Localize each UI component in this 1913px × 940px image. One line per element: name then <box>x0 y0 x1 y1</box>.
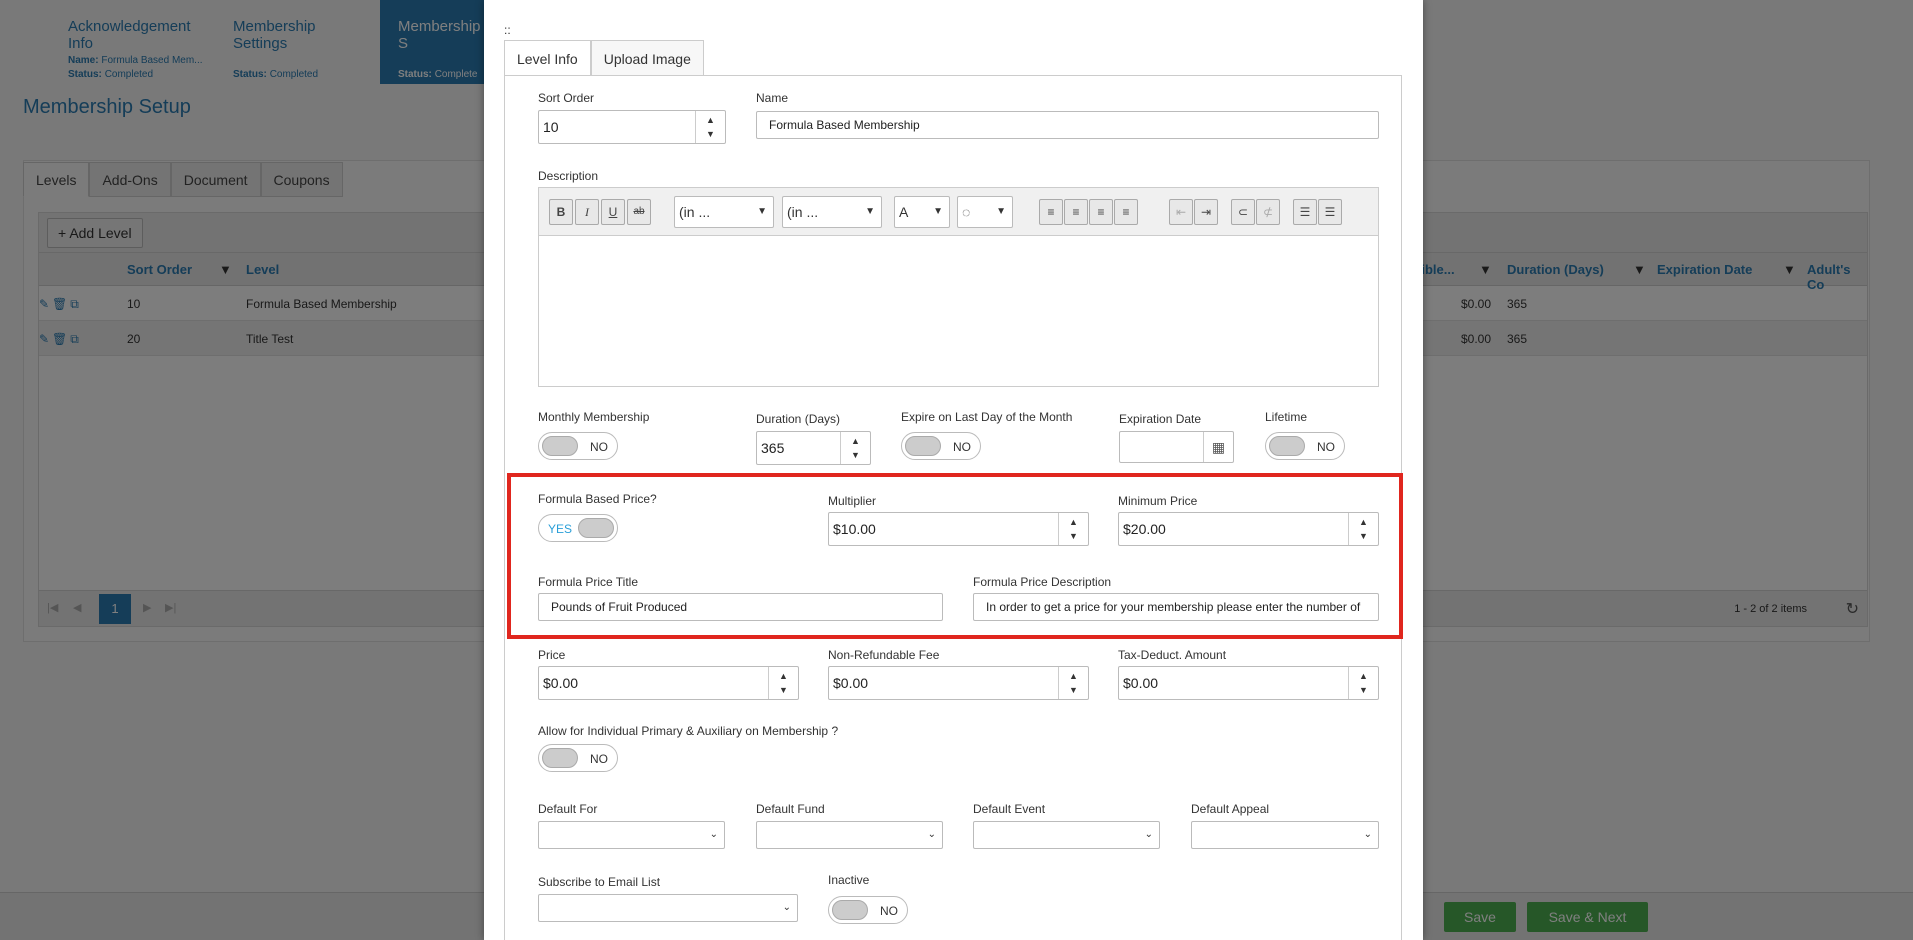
calendar-icon[interactable]: ▦ <box>1203 432 1233 462</box>
default-event-label: Default Event <box>973 802 1046 816</box>
subscribe-email-select[interactable]: ⌄ <box>538 894 798 922</box>
formula-section-highlight <box>507 473 1403 639</box>
bold-icon[interactable]: B <box>549 199 573 225</box>
description-editor: B I U ab (in ... ▼ (in ... ▼ A ▼ ◌ ▼ ≡ ≡ ≡ ≡… <box>538 187 1379 387</box>
lifetime-toggle[interactable]: NO <box>1265 432 1345 460</box>
tax-deduct-label: Tax-Deduct. Amount <box>1118 648 1227 662</box>
price-value: $0.00 <box>543 675 579 691</box>
unlink-icon[interactable]: ⊄ <box>1256 199 1280 225</box>
sort-order-input[interactable]: 10 ▲ ▼ <box>538 110 726 144</box>
chevron-down-icon: ▼ <box>757 206 767 217</box>
sort-order-label: Sort Order <box>538 91 595 105</box>
toggle-knob <box>905 436 941 456</box>
font-size-dropdown[interactable]: (in ... ▼ <box>782 196 882 228</box>
allow-individual-toggle[interactable]: NO <box>538 744 618 772</box>
text-color-dropdown[interactable]: A ▼ <box>894 196 950 228</box>
chevron-down-icon: ⌄ <box>1144 829 1153 840</box>
tab-upload-image[interactable]: Upload Image <box>590 40 704 76</box>
ordered-list-icon[interactable]: ☰ <box>1293 199 1317 225</box>
price-input[interactable]: $0.00 ▲ ▼ <box>538 666 799 700</box>
stepper-icon[interactable]: ▲ ▼ <box>695 111 725 143</box>
duration-label: Duration (Days) <box>756 412 841 426</box>
default-appeal-label: Default Appeal <box>1191 802 1270 816</box>
editor-content[interactable] <box>539 236 1378 386</box>
toggle-knob <box>1269 436 1305 456</box>
chevron-down-icon: ▼ <box>865 206 875 217</box>
monthly-membership-label: Monthly Membership <box>538 410 650 424</box>
align-center-icon[interactable]: ≡ <box>1064 199 1088 225</box>
default-event-select[interactable]: ⌄ <box>973 821 1160 849</box>
non-refundable-value: $0.00 <box>833 675 869 691</box>
editor-toolbar: B I U ab (in ... ▼ (in ... ▼ A ▼ ◌ ▼ ≡ ≡ ≡ ≡… <box>539 188 1378 236</box>
outdent-icon[interactable]: ⇤ <box>1169 199 1193 225</box>
default-appeal-select[interactable]: ⌄ <box>1191 821 1379 849</box>
text-color-icon: A <box>899 204 909 220</box>
underline-icon[interactable]: U <box>601 199 625 225</box>
indent-icon[interactable]: ⇥ <box>1194 199 1218 225</box>
modal-tabs: Level Info Upload Image <box>504 40 704 76</box>
stepper-icon[interactable]: ▲ ▼ <box>1058 667 1088 699</box>
lifetime-label: Lifetime <box>1265 410 1308 424</box>
italic-icon[interactable]: I <box>575 199 599 225</box>
level-modal: :: Level Info Upload Image Sort Order 10… <box>484 0 1423 940</box>
description-label: Description <box>538 169 599 183</box>
tax-deduct-input[interactable]: $0.00 ▲ ▼ <box>1118 666 1379 700</box>
chevron-down-icon: ▼ <box>933 206 943 217</box>
sort-order-value: 10 <box>543 119 559 135</box>
toggle-text: NO <box>590 752 608 766</box>
duration-value: 365 <box>761 440 785 456</box>
toggle-text: NO <box>880 904 898 918</box>
align-left-icon[interactable]: ≡ <box>1039 199 1063 225</box>
font-size-value: (in ... <box>787 204 819 220</box>
monthly-membership-toggle[interactable]: NO <box>538 432 618 460</box>
strikethrough-icon[interactable]: ab <box>627 199 651 225</box>
chevron-down-icon: ⌄ <box>709 829 718 840</box>
expire-last-day-label: Expire on Last Day of the Month <box>901 410 1073 424</box>
unordered-list-icon[interactable]: ☰ <box>1318 199 1342 225</box>
expire-last-day-toggle[interactable]: NO <box>901 432 981 460</box>
toggle-knob <box>542 748 578 768</box>
font-family-value: (in ... <box>679 204 711 220</box>
subscribe-email-label: Subscribe to Email List <box>538 875 661 889</box>
align-justify-icon[interactable]: ≡ <box>1114 199 1138 225</box>
default-for-label: Default For <box>538 802 598 816</box>
toggle-text: NO <box>953 440 971 454</box>
chevron-down-icon: ⌄ <box>927 829 936 840</box>
tab-level-info[interactable]: Level Info <box>504 40 591 76</box>
name-input[interactable]: Formula Based Membership <box>756 111 1379 139</box>
expiration-date-input[interactable]: ▦ <box>1119 431 1234 463</box>
chevron-down-icon: ▼ <box>996 206 1006 217</box>
inactive-label: Inactive <box>828 873 870 887</box>
stepper-icon[interactable]: ▲ ▼ <box>840 432 870 464</box>
tax-deduct-value: $0.00 <box>1123 675 1159 691</box>
price-label: Price <box>538 648 566 662</box>
font-family-dropdown[interactable]: (in ... ▼ <box>674 196 774 228</box>
name-label: Name <box>756 91 789 105</box>
default-for-select[interactable]: ⌄ <box>538 821 725 849</box>
insert-link-icon[interactable]: ⊂ <box>1231 199 1255 225</box>
inactive-toggle[interactable]: NO <box>828 896 908 924</box>
paint-drop-icon: ◌ <box>962 204 971 220</box>
chevron-down-icon: ⌄ <box>782 902 791 913</box>
toggle-knob <box>832 900 868 920</box>
allow-individual-label: Allow for Individual Primary & Auxiliary… <box>538 724 839 738</box>
toggle-text: NO <box>1317 440 1335 454</box>
toggle-text: NO <box>590 440 608 454</box>
stepper-icon[interactable]: ▲ ▼ <box>768 667 798 699</box>
duration-input[interactable]: 365 ▲ ▼ <box>756 431 871 465</box>
non-refundable-label: Non-Refundable Fee <box>828 648 940 662</box>
background-color-dropdown[interactable]: ◌ ▼ <box>957 196 1013 228</box>
default-fund-select[interactable]: ⌄ <box>756 821 943 849</box>
non-refundable-input[interactable]: $0.00 ▲ ▼ <box>828 666 1089 700</box>
stepper-icon[interactable]: ▲ ▼ <box>1348 667 1378 699</box>
default-fund-label: Default Fund <box>756 802 825 816</box>
toggle-knob <box>542 436 578 456</box>
chevron-down-icon: ⌄ <box>1363 829 1372 840</box>
drag-handle[interactable]: :: <box>504 23 511 37</box>
expiration-date-label: Expiration Date <box>1119 412 1202 426</box>
align-right-icon[interactable]: ≡ <box>1089 199 1113 225</box>
